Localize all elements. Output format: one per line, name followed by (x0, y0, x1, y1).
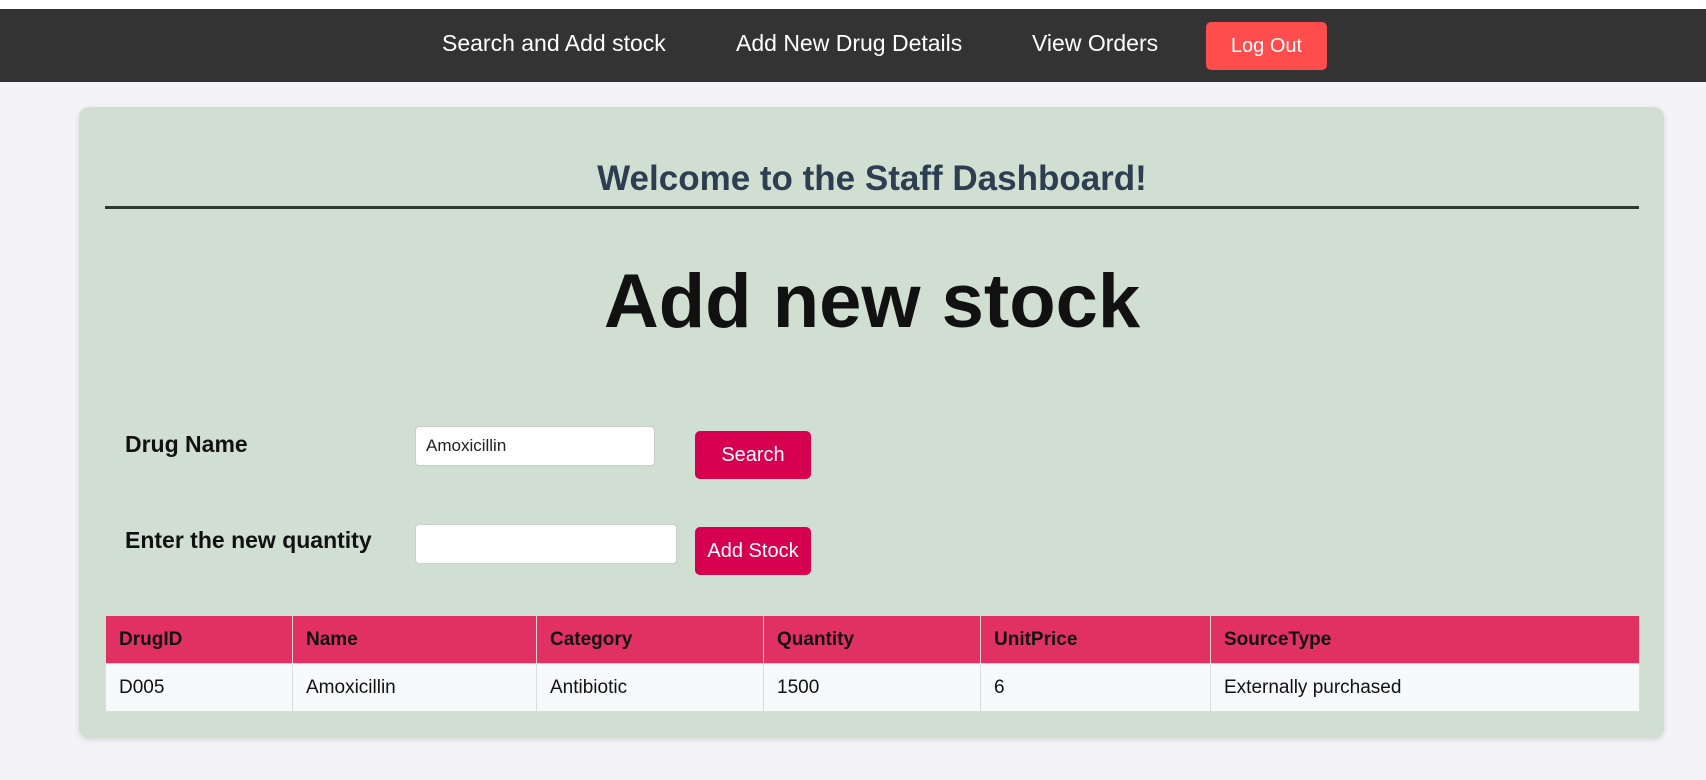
nav-link-search-add-stock[interactable]: Search and Add stock (442, 20, 666, 66)
search-button[interactable]: Search (695, 431, 811, 479)
cell-drugid: D005 (105, 663, 293, 712)
drug-name-label: Drug Name (125, 431, 248, 457)
quantity-label: Enter the new quantity (125, 527, 372, 553)
header-name: Name (292, 615, 537, 664)
welcome-heading: Welcome to the Staff Dashboard! (597, 159, 1147, 198)
header-unitprice: UnitPrice (980, 615, 1211, 664)
cell-name: Amoxicillin (292, 663, 537, 712)
cell-quantity: 1500 (763, 663, 981, 712)
top-strip (0, 0, 1706, 9)
table-header-row: DrugID Name Category Quantity UnitPrice … (105, 615, 1640, 664)
page-title: Add new stock (603, 259, 1141, 344)
header-sourcetype: SourceType (1210, 615, 1640, 664)
navbar: Search and Add stock Add New Drug Detail… (0, 9, 1706, 82)
header-category: Category (536, 615, 764, 664)
drug-table: DrugID Name Category Quantity UnitPrice … (105, 615, 1640, 712)
nav-link-add-new-drug-details[interactable]: Add New Drug Details (736, 20, 962, 66)
cell-sourcetype: Externally purchased (1210, 663, 1640, 712)
add-stock-button[interactable]: Add Stock (695, 527, 811, 575)
header-quantity: Quantity (763, 615, 981, 664)
quantity-input[interactable] (415, 524, 677, 564)
cell-unitprice: 6 (980, 663, 1211, 712)
logout-button[interactable]: Log Out (1206, 22, 1327, 70)
table-row: D005 Amoxicillin Antibiotic 1500 6 Exter… (105, 663, 1640, 712)
welcome-divider (105, 206, 1639, 209)
nav-link-view-orders[interactable]: View Orders (1032, 20, 1158, 66)
dashboard-card: Welcome to the Staff Dashboard! Add new … (79, 107, 1664, 738)
cell-category: Antibiotic (536, 663, 764, 712)
drug-name-input[interactable] (415, 426, 655, 466)
header-drugid: DrugID (105, 615, 293, 664)
